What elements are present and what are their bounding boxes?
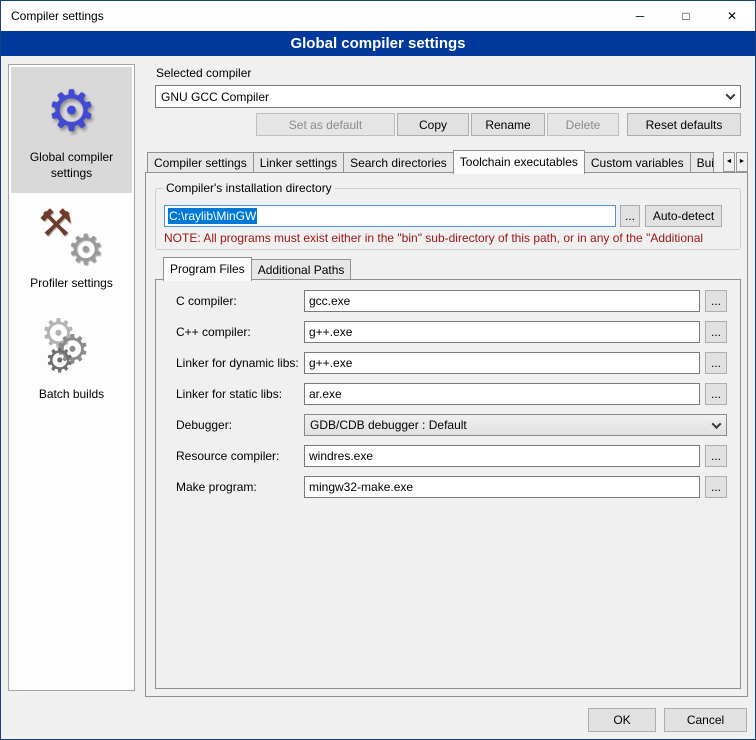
maximize-icon: □ — [682, 9, 689, 23]
chevron-down-icon — [712, 419, 722, 429]
delete-button[interactable]: Delete — [547, 113, 619, 136]
page-title: Global compiler settings — [290, 35, 465, 52]
make-program-label: Make program: — [176, 476, 257, 498]
rename-button[interactable]: Rename — [471, 113, 545, 136]
chevron-down-icon — [726, 90, 736, 100]
tab-scroll-left-button[interactable]: ◄ — [723, 152, 735, 172]
tab-linker-settings[interactable]: Linker settings — [253, 152, 344, 173]
installation-directory-group-label: Compiler's installation directory — [163, 181, 335, 195]
program-files-panel: C compiler: ... C++ compiler: ... Linker… — [155, 279, 741, 689]
auto-detect-button[interactable]: Auto-detect — [645, 205, 722, 227]
tab-build[interactable]: Build — [690, 152, 714, 173]
cpp-compiler-input[interactable] — [304, 321, 700, 343]
make-program-input[interactable] — [304, 476, 700, 498]
resource-compiler-label: Resource compiler: — [176, 445, 279, 467]
sidebar-item-label: Profiler settings — [30, 276, 113, 292]
sidebar-item-label: Global compiler settings — [13, 150, 130, 181]
minimize-icon: ─ — [636, 9, 645, 23]
cpp-compiler-label: C++ compiler: — [176, 321, 251, 343]
browse-make-program-button[interactable]: ... — [705, 476, 727, 498]
reset-defaults-button[interactable]: Reset defaults — [627, 113, 741, 136]
linker-static-label: Linker for static libs: — [176, 383, 282, 405]
browse-install-dir-button[interactable]: ... — [620, 205, 640, 227]
debugger-select[interactable]: GDB/CDB debugger : Default — [304, 414, 727, 436]
subtab-program-files[interactable]: Program Files — [163, 257, 252, 281]
subtab-additional-paths[interactable]: Additional Paths — [251, 259, 352, 280]
cancel-button[interactable]: Cancel — [664, 708, 747, 732]
c-compiler-input[interactable] — [304, 290, 700, 312]
selected-compiler-dropdown[interactable]: GNU GCC Compiler — [155, 85, 741, 108]
tab-compiler-settings[interactable]: Compiler settings — [147, 152, 254, 173]
subtab-bar: Program Files Additional Paths — [163, 256, 350, 280]
tab-toolchain-executables[interactable]: Toolchain executables — [453, 150, 585, 174]
set-as-default-button[interactable]: Set as default — [256, 113, 395, 136]
sidebar-item-profiler-settings[interactable]: ⚙ ⚒ Profiler settings — [11, 193, 132, 304]
tab-bar: Compiler settings Linker settings Search… — [147, 149, 713, 173]
note-text: NOTE: All programs must exist either in … — [164, 231, 742, 245]
close-button[interactable]: ✕ — [709, 1, 755, 31]
close-icon: ✕ — [727, 9, 737, 23]
selected-compiler-label: Selected compiler — [156, 66, 251, 80]
copy-button[interactable]: Copy — [397, 113, 469, 136]
arrow-left-icon: ◄ — [726, 158, 733, 165]
tab-search-directories[interactable]: Search directories — [343, 152, 454, 173]
tab-scroll-right-button[interactable]: ► — [736, 152, 748, 172]
titlebar: Compiler settings ─ □ ✕ — [1, 1, 755, 31]
batch-builds-gears-icon: ⚙ ⚙ ⚙ — [41, 318, 103, 378]
debugger-value: GDB/CDB debugger : Default — [310, 418, 467, 432]
linker-dynamic-input[interactable] — [304, 352, 700, 374]
global-compiler-gear-icon: ⚙ — [41, 81, 103, 141]
browse-c-compiler-button[interactable]: ... — [705, 290, 727, 312]
ok-button[interactable]: OK — [588, 708, 656, 732]
sidebar: ⚙ Global compiler settings ⚙ ⚒ Profiler … — [8, 64, 135, 691]
linker-dynamic-label: Linker for dynamic libs: — [176, 352, 299, 374]
installation-directory-value: C:\raylib\MinGW — [168, 208, 257, 224]
browse-resource-compiler-button[interactable]: ... — [705, 445, 727, 467]
window-controls: ─ □ ✕ — [617, 1, 755, 31]
selected-compiler-value: GNU GCC Compiler — [161, 90, 269, 104]
tab-custom-variables[interactable]: Custom variables — [584, 152, 691, 173]
profiler-settings-icon: ⚙ ⚒ — [41, 207, 103, 267]
browse-linker-static-button[interactable]: ... — [705, 383, 727, 405]
sidebar-item-global-compiler-settings[interactable]: ⚙ Global compiler settings — [11, 67, 132, 193]
minimize-button[interactable]: ─ — [617, 1, 663, 31]
maximize-button[interactable]: □ — [663, 1, 709, 31]
sidebar-item-label: Batch builds — [39, 387, 104, 403]
debugger-label: Debugger: — [176, 414, 232, 436]
resource-compiler-input[interactable] — [304, 445, 700, 467]
sidebar-item-batch-builds[interactable]: ⚙ ⚙ ⚙ Batch builds — [11, 304, 132, 415]
window-title: Compiler settings — [1, 9, 104, 23]
browse-linker-dynamic-button[interactable]: ... — [705, 352, 727, 374]
header-banner: Global compiler settings — [1, 31, 755, 56]
c-compiler-label: C compiler: — [176, 290, 237, 312]
arrow-right-icon: ► — [739, 158, 746, 165]
linker-static-input[interactable] — [304, 383, 700, 405]
browse-cpp-compiler-button[interactable]: ... — [705, 321, 727, 343]
installation-directory-input[interactable]: C:\raylib\MinGW — [164, 205, 616, 227]
